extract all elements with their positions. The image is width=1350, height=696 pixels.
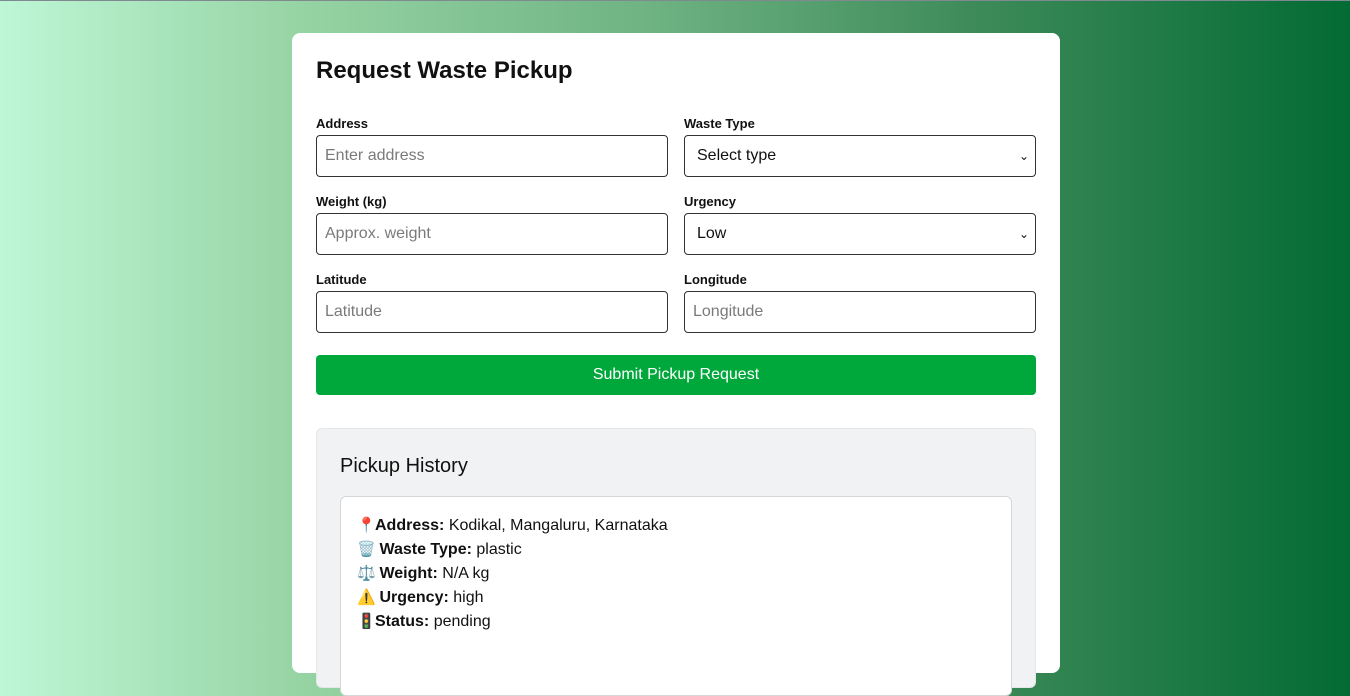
chevron-down-icon: ⌄ bbox=[1018, 149, 1029, 163]
waste-type-field-group: Waste Type Select type ⌄ bbox=[684, 115, 1036, 177]
latitude-input[interactable] bbox=[316, 291, 668, 333]
urgency-label: Urgency bbox=[684, 194, 737, 209]
waste-type-select[interactable]: Select type ⌄ bbox=[684, 135, 1036, 177]
trash-can-icon: 🗑️ bbox=[357, 541, 376, 558]
entry-status-value: pending bbox=[433, 613, 491, 630]
entry-weight-value: N/A kg bbox=[442, 565, 490, 582]
entry-address-row: 📍Address: Kodikal, Mangaluru, Karnataka bbox=[357, 514, 995, 538]
urgency-field-group: Urgency Low ⌄ bbox=[684, 193, 1036, 255]
pickup-history-title: Pickup History bbox=[340, 455, 468, 477]
address-label: Address bbox=[316, 116, 369, 131]
urgency-selected-value: Low bbox=[697, 225, 727, 242]
weight-field-group: Weight (kg) bbox=[316, 193, 668, 255]
longitude-input[interactable] bbox=[684, 291, 1036, 333]
entry-address-value: Kodikal, Mangaluru, Karnataka bbox=[448, 517, 668, 534]
entry-waste-type-value: plastic bbox=[476, 541, 522, 558]
entry-waste-type-label: Waste Type: bbox=[379, 541, 472, 558]
entry-waste-type-row: 🗑️ Waste Type: plastic bbox=[357, 538, 995, 562]
pickup-request-card: Request Waste Pickup Address Waste Type … bbox=[292, 33, 1060, 696]
entry-urgency-label: Urgency: bbox=[379, 589, 449, 606]
window-top-border bbox=[0, 0, 1350, 1]
entry-urgency-row: ⚠️ Urgency: high bbox=[357, 586, 995, 610]
entry-status-row: 🚦Status: pending bbox=[357, 610, 995, 634]
address-field-group: Address bbox=[316, 115, 668, 177]
history-entry: 📍Address: Kodikal, Mangaluru, Karnataka … bbox=[340, 496, 1012, 696]
waste-type-label: Waste Type bbox=[684, 116, 755, 131]
chevron-down-icon: ⌄ bbox=[1018, 227, 1029, 241]
longitude-label: Longitude bbox=[684, 272, 747, 287]
entry-weight-row: ⚖️ Weight: N/A kg bbox=[357, 562, 995, 586]
longitude-field-group: Longitude bbox=[684, 271, 1036, 333]
submit-pickup-request-button[interactable]: Submit Pickup Request bbox=[316, 355, 1036, 395]
address-input[interactable] bbox=[316, 135, 668, 177]
latitude-field-group: Latitude bbox=[316, 271, 668, 333]
warning-icon: ⚠️ bbox=[357, 589, 376, 606]
waste-type-selected-value: Select type bbox=[697, 147, 777, 164]
scale-icon: ⚖️ bbox=[357, 565, 376, 582]
pickup-history-panel: Pickup History 📍Address: Kodikal, Mangal… bbox=[316, 428, 1036, 696]
traffic-light-icon: 🚦 bbox=[357, 613, 376, 630]
latitude-label: Latitude bbox=[316, 272, 367, 287]
weight-label: Weight (kg) bbox=[316, 194, 387, 209]
entry-status-label: Status: bbox=[375, 613, 430, 630]
entry-urgency-value: high bbox=[453, 589, 484, 606]
page-title: Request Waste Pickup bbox=[316, 57, 573, 84]
weight-input[interactable] bbox=[316, 213, 668, 255]
entry-address-label: Address: bbox=[375, 517, 445, 534]
pin-icon: 📍 bbox=[357, 517, 376, 534]
urgency-select[interactable]: Low ⌄ bbox=[684, 213, 1036, 255]
entry-weight-label: Weight: bbox=[379, 565, 438, 582]
